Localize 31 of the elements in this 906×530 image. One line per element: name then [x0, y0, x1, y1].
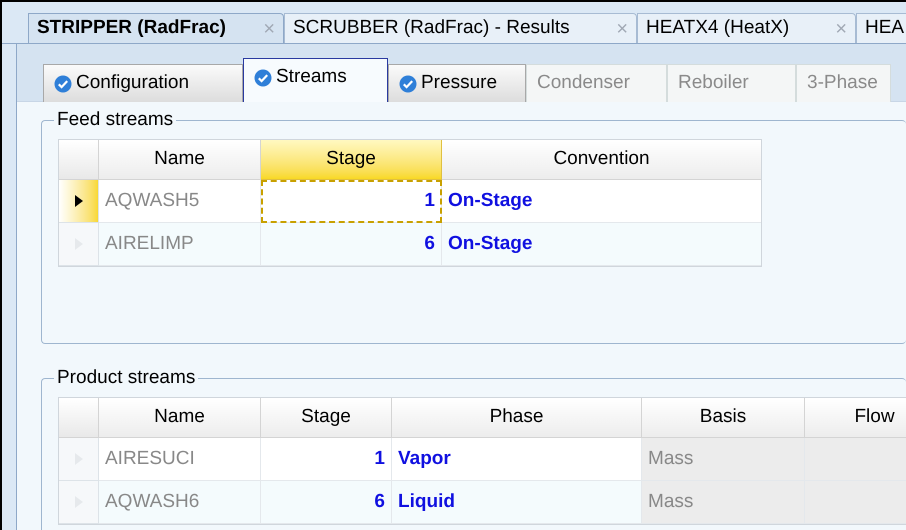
- form-tab[interactable]: Streams: [243, 58, 388, 102]
- checkmark-icon: [399, 74, 417, 92]
- document-tab[interactable]: STRIPPER (RadFrac) ×: [28, 13, 284, 43]
- basis-field: Mass: [642, 438, 805, 481]
- column-header[interactable]: Basis: [642, 398, 805, 438]
- document-tab[interactable]: HEA: [856, 13, 906, 43]
- stage-field[interactable]: 1: [261, 438, 392, 481]
- form-tab[interactable]: Configuration: [43, 64, 243, 102]
- table-cell: AIRESUCI: [99, 438, 261, 481]
- checkmark-icon: [254, 68, 272, 86]
- column-header[interactable]: Stage: [261, 398, 392, 438]
- document-tab[interactable]: HEATX4 (HeatX) ×: [637, 13, 856, 43]
- form-tab[interactable]: Pressure: [388, 64, 526, 102]
- stage-field[interactable]: 6: [261, 481, 392, 524]
- column-header[interactable]: Name: [99, 398, 261, 438]
- table-cell: AQWASH5: [99, 180, 261, 223]
- document-tab[interactable]: SCRUBBER (RadFrac) - Results ×: [284, 13, 637, 43]
- column-header[interactable]: Name: [99, 140, 261, 180]
- column-header[interactable]: Stage: [261, 140, 442, 180]
- basis-field: Mass: [642, 481, 805, 524]
- column-header[interactable]: Phase: [392, 398, 642, 438]
- stage-field[interactable]: 1: [261, 180, 442, 223]
- phase-dropdown[interactable]: Liquid: [392, 481, 642, 524]
- phase-dropdown[interactable]: Vapor: [392, 438, 642, 481]
- table-cell: AIRELIMP: [99, 223, 261, 266]
- table-cell: AQWASH6: [99, 481, 261, 524]
- convention-dropdown[interactable]: On-Stage: [442, 223, 761, 266]
- checkmark-icon: [54, 74, 72, 92]
- stage-field[interactable]: 6: [261, 223, 442, 266]
- row-selector[interactable]: [59, 180, 99, 223]
- row-pointer-icon: [74, 194, 84, 208]
